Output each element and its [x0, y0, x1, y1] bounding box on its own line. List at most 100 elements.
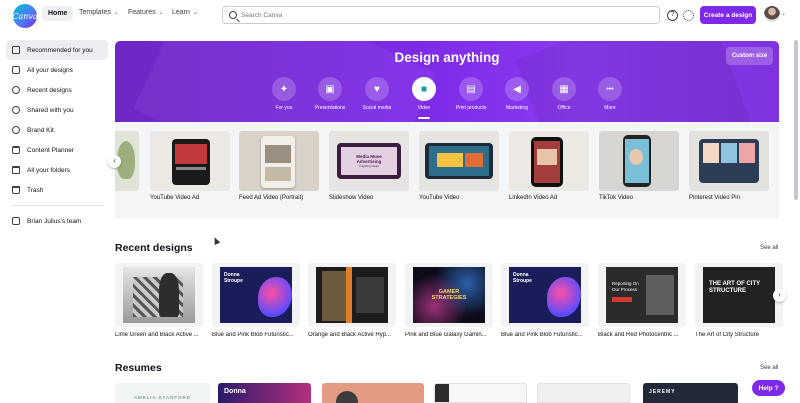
template-label: LinkedIn Video Ad — [509, 195, 558, 201]
category-label: Print products — [455, 105, 487, 111]
template-card[interactable]: LinkedIn Video Ad — [509, 131, 589, 201]
recent-design-card[interactable]: Donna Stroupe Blue and Pink Blob Futuris… — [501, 263, 589, 338]
recent-design-card[interactable]: Reporting On Our Process Black and Red P… — [598, 263, 686, 338]
template-card[interactable]: Feed Ad Video (Portrait) — [239, 131, 319, 201]
more-icon: ••• — [598, 77, 622, 101]
category-for-you[interactable]: ✦ For you — [261, 77, 307, 111]
home-icon — [12, 46, 20, 54]
design-thumbnail: THE ART OF CITY STRUCTURE — [695, 263, 783, 327]
category-more[interactable]: ••• More — [587, 77, 633, 111]
template-card[interactable]: YouTube Video — [419, 131, 499, 201]
help-button[interactable]: Help ? — [752, 380, 785, 396]
nav-features-label: Features — [128, 9, 156, 16]
sidebar-item-shared[interactable]: Shared with you — [0, 100, 112, 120]
sidebar-item-all-designs[interactable]: All your designs — [0, 60, 112, 80]
category-print-products[interactable]: ▤ Print products — [448, 77, 494, 111]
design-thumbnail — [308, 263, 396, 327]
chevron-down-icon[interactable]: ⌄ — [781, 10, 786, 17]
nav-learn[interactable]: Learn ⌄ — [172, 9, 198, 16]
resume-thumbnail[interactable] — [322, 383, 424, 403]
avatar[interactable] — [764, 6, 780, 22]
design-label: Lime Green and Black Active ... — [115, 332, 199, 338]
custom-size-button[interactable]: Custom size — [726, 47, 773, 65]
category-social-media[interactable]: ♥ Social media — [354, 77, 400, 111]
template-card[interactable]: Pinterest Video Pin — [689, 131, 769, 201]
carousel-next-button[interactable]: › — [773, 289, 786, 302]
recent-design-card[interactable]: Lime Green and Black Active ... — [115, 263, 203, 338]
nav-home-label: Home — [48, 10, 68, 17]
resume-thumbnail[interactable] — [434, 383, 527, 403]
page-scrollbar[interactable] — [794, 40, 798, 200]
sidebar-item-content-planner[interactable]: Content Planner — [0, 140, 112, 160]
template-thumbnail — [509, 131, 589, 191]
help-icon[interactable]: ? — [667, 10, 678, 21]
thumb-subtext: Inspiring Ideas — [359, 164, 379, 168]
thumb-text: Donna Stroupe — [513, 272, 532, 284]
sidebar-item-label: Shared with you — [27, 106, 74, 114]
template-card[interactable]: Media Muse Advertising Inspiring Ideas S… — [329, 131, 409, 201]
category-label: Presentations — [314, 105, 346, 111]
search-input[interactable] — [241, 11, 659, 19]
design-thumbnail: Reporting On Our Process — [598, 263, 686, 327]
recent-design-card[interactable]: THE ART OF CITY STRUCTURE The Art of Cit… — [695, 263, 783, 338]
active-category-indicator — [418, 117, 430, 119]
gear-icon[interactable] — [683, 10, 694, 21]
video-template-carousel: YouTube Video Ad Feed Ad Video (Portrait… — [115, 122, 779, 218]
sidebar-item-recommended[interactable]: Recommended for you — [6, 40, 108, 60]
team-icon — [12, 217, 20, 225]
sidebar-item-label: All your designs — [27, 66, 73, 74]
sidebar-item-label: Brand Kit — [27, 126, 54, 134]
recent-design-card[interactable]: Orange and Black Active Hyp... — [308, 263, 396, 338]
category-marketing[interactable]: ◀ Marketing — [494, 77, 540, 111]
sidebar-item-brand-kit[interactable]: Brand Kit — [0, 120, 112, 140]
sidebar: Recommended for you All your designs Rec… — [0, 40, 112, 231]
nav-features[interactable]: Features ⌄ — [128, 9, 164, 16]
recent-design-card[interactable]: GAMER STRATEGIES Pink and Blue Galaxy Ga… — [405, 263, 493, 338]
chevron-down-icon: ⌄ — [113, 10, 119, 16]
category-label: Office — [557, 105, 571, 111]
category-presentations[interactable]: ▣ Presentations — [307, 77, 353, 111]
category-video[interactable]: ■ Video — [401, 77, 447, 119]
print-icon: ▤ — [459, 77, 483, 101]
design-anything-banner: Design anything Custom size ✦ For you ▣ … — [115, 41, 779, 122]
sidebar-item-label: Trash — [27, 186, 44, 194]
category-label: Social media — [362, 105, 392, 111]
hero-title: Design anything — [394, 50, 500, 65]
sidebar-item-label: Recommended for you — [27, 46, 93, 54]
carousel-prev-button[interactable]: ‹ — [108, 155, 121, 168]
design-thumbnail: Donna Stroupe — [212, 263, 300, 327]
resume-thumbnail[interactable]: JEREMY — [643, 383, 738, 403]
canva-logo[interactable]: Canva — [12, 4, 38, 28]
presentation-icon: ▣ — [318, 77, 342, 101]
resume-thumbnail[interactable]: Donna — [218, 383, 311, 403]
design-thumbnail — [115, 263, 203, 327]
sidebar-item-label: All your folders — [27, 166, 70, 174]
sidebar-item-label: Content Planner — [27, 146, 74, 154]
design-thumbnail: GAMER STRATEGIES — [405, 263, 493, 327]
sidebar-item-trash[interactable]: Trash — [0, 180, 112, 200]
nav-home[interactable]: Home — [42, 6, 74, 21]
resume-thumbnail[interactable] — [537, 383, 630, 403]
template-label: TikTok Video — [599, 195, 634, 201]
template-label: Slideshow Video — [329, 195, 374, 201]
resume-thumbnail[interactable]: AMELIA STANFORD — [115, 383, 210, 403]
template-card[interactable]: YouTube Video Ad — [150, 131, 230, 201]
create-design-button[interactable]: Create a design — [700, 6, 756, 24]
recent-design-card[interactable]: Donna Stroupe Blue and Pink Blob Futuris… — [212, 263, 300, 338]
thumb-text: AMELIA STANFORD — [134, 395, 191, 400]
template-label: Pinterest Video Pin — [689, 195, 740, 201]
recent-see-all-link[interactable]: See all — [760, 245, 778, 251]
sidebar-item-folders[interactable]: All your folders — [0, 160, 112, 180]
resumes-see-all-link[interactable]: See all — [760, 365, 778, 371]
brand-kit-icon — [12, 126, 20, 134]
sidebar-item-recent-designs[interactable]: Recent designs — [0, 80, 112, 100]
nav-templates[interactable]: Templates ⌄ — [79, 9, 119, 16]
thumb-text: GAMER STRATEGIES — [431, 289, 467, 301]
template-card[interactable]: TikTok Video — [599, 131, 679, 201]
category-office[interactable]: ▦ Office — [541, 77, 587, 111]
search-bar[interactable] — [222, 6, 660, 24]
template-thumbnail — [239, 131, 319, 191]
sidebar-item-team[interactable]: Brian Julius's team — [0, 211, 112, 231]
nav-templates-label: Templates — [79, 9, 111, 16]
template-label: Feed Ad Video (Portrait) — [239, 195, 304, 201]
